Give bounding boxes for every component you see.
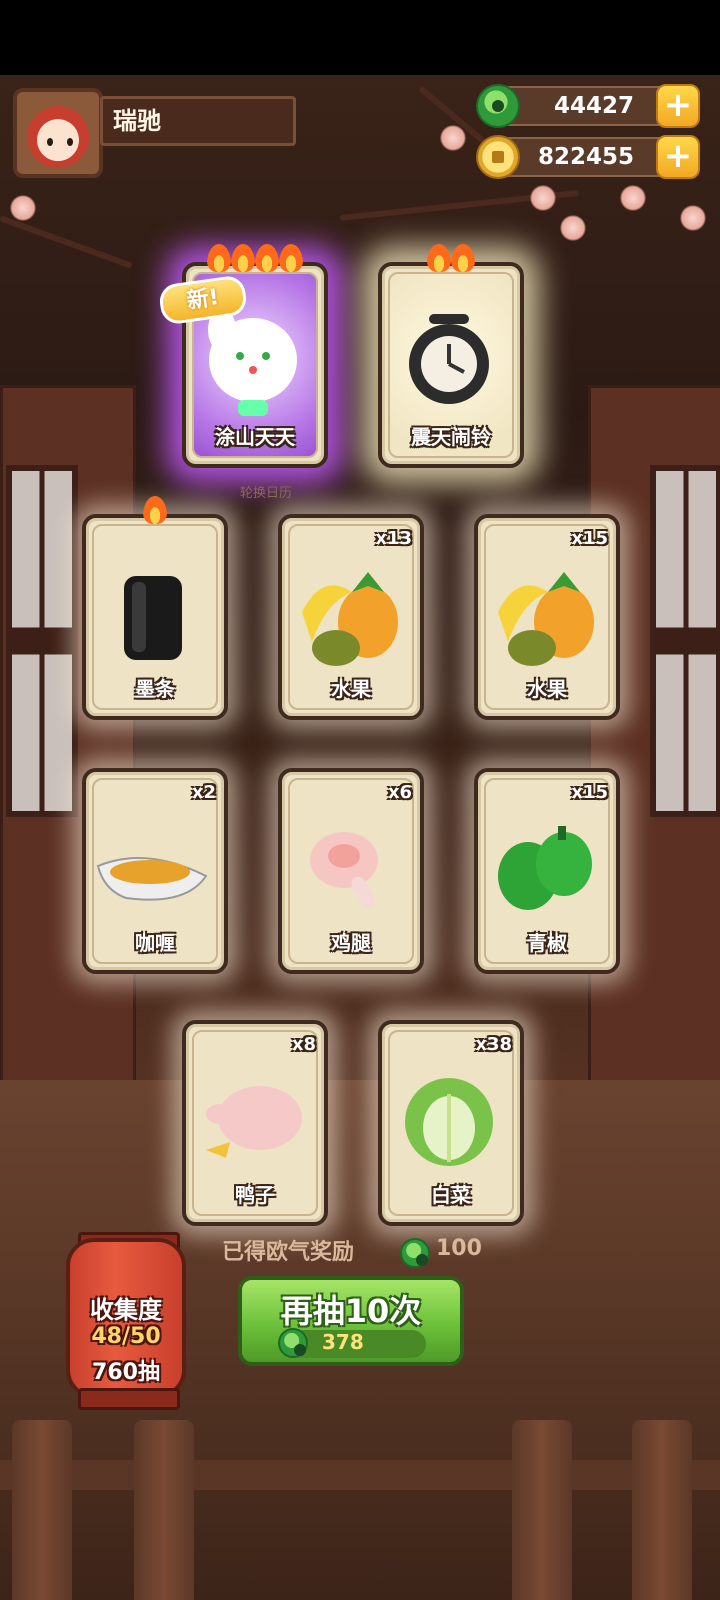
blossom bbox=[440, 125, 466, 151]
blossom bbox=[560, 215, 586, 241]
reward-value: 100 bbox=[436, 1236, 482, 1261]
flame-icon bbox=[143, 496, 167, 524]
rarity-flames bbox=[382, 244, 520, 279]
card-quantity: x6 bbox=[387, 782, 412, 803]
reward-label: 已得欧气奖励 bbox=[222, 1240, 355, 1265]
flame-icon bbox=[451, 244, 475, 272]
cabbage-icon bbox=[382, 1058, 520, 1178]
blossom bbox=[10, 195, 36, 221]
left-window bbox=[6, 465, 78, 817]
duck-icon bbox=[186, 1058, 324, 1178]
card-name: 涂山天天 bbox=[215, 425, 295, 449]
card-quantity: x15 bbox=[571, 528, 608, 549]
coin-icon bbox=[476, 135, 520, 179]
reward-card[interactable]: x38 白菜 bbox=[378, 1020, 524, 1226]
ink-stick-icon bbox=[86, 552, 224, 672]
player-name: 瑞驰 bbox=[100, 96, 296, 146]
draw-again-button[interactable]: 再抽10次 378 bbox=[238, 1276, 464, 1366]
player-avatar[interactable] bbox=[13, 88, 103, 178]
card-name: 水果 bbox=[527, 677, 567, 701]
blossom bbox=[680, 205, 706, 231]
rarity-flames bbox=[86, 496, 224, 531]
reward-card[interactable]: x6 鸡腿 bbox=[278, 768, 424, 974]
avatar-eye bbox=[47, 138, 53, 146]
alarm-clock-icon bbox=[382, 300, 520, 420]
fence-post bbox=[512, 1420, 572, 1600]
collection-lantern[interactable]: 收集度 48/50 760抽 bbox=[66, 1238, 186, 1398]
card-name: 咖喱 bbox=[135, 931, 175, 955]
flame-icon bbox=[255, 244, 279, 272]
avatar-eye bbox=[67, 138, 73, 146]
card-name: 墨条 bbox=[135, 677, 175, 701]
reward-card[interactable]: 新! 涂山天天 bbox=[157, 244, 328, 468]
fruit-icon bbox=[478, 552, 616, 672]
reward-card[interactable]: x8 鸭子 bbox=[182, 1020, 328, 1226]
card-name: 白菜 bbox=[431, 1183, 471, 1207]
reward-card[interactable]: 墨条 bbox=[82, 496, 228, 720]
cost-jade-icon bbox=[278, 1328, 308, 1358]
draw-cost: 378 bbox=[322, 1330, 364, 1354]
add-coins-button[interactable]: + bbox=[656, 135, 700, 179]
fence-post bbox=[12, 1420, 72, 1600]
card-quantity: x15 bbox=[571, 782, 608, 803]
fence-post bbox=[134, 1420, 194, 1600]
fence-post bbox=[632, 1420, 692, 1600]
reward-card[interactable]: x13 水果 bbox=[278, 514, 424, 720]
draw-again-label: 再抽10次 bbox=[280, 1292, 422, 1330]
collection-progress: 48/50 bbox=[91, 1324, 161, 1349]
reward-card[interactable]: x2 咖喱 bbox=[82, 768, 228, 974]
card-name: 青椒 bbox=[527, 931, 567, 955]
flame-icon bbox=[427, 244, 451, 272]
jade-icon bbox=[476, 84, 520, 128]
green-pepper-icon bbox=[478, 806, 616, 926]
card-quantity: x2 bbox=[191, 782, 216, 803]
card-name: 鸡腿 bbox=[331, 931, 371, 955]
card-name: 鸭子 bbox=[235, 1183, 275, 1207]
lantern-base bbox=[78, 1388, 180, 1410]
right-window bbox=[650, 465, 720, 817]
flame-icon bbox=[279, 244, 303, 272]
blossom bbox=[620, 185, 646, 211]
rotation-calendar-label: 轮换日历 bbox=[240, 486, 293, 501]
card-quantity: x38 bbox=[475, 1034, 512, 1055]
blossom bbox=[530, 185, 556, 211]
card-name: 震天闹铃 bbox=[411, 425, 491, 449]
add-jade-button[interactable]: + bbox=[656, 84, 700, 128]
collection-draw-count: 760抽 bbox=[92, 1360, 160, 1385]
card-quantity: x13 bbox=[375, 528, 412, 549]
avatar-face-icon bbox=[27, 106, 89, 168]
flame-icon bbox=[231, 244, 255, 272]
chicken-leg-icon bbox=[282, 806, 420, 926]
reward-card[interactable]: x15 青椒 bbox=[474, 768, 620, 974]
curry-icon bbox=[86, 806, 224, 926]
collection-title: 收集度 bbox=[90, 1296, 162, 1324]
fence-rail bbox=[0, 1460, 720, 1490]
card-name: 水果 bbox=[331, 677, 371, 701]
card-quantity: x8 bbox=[291, 1034, 316, 1055]
reward-card[interactable]: x15 水果 bbox=[474, 514, 620, 720]
fruit-icon bbox=[282, 552, 420, 672]
reward-jade-icon bbox=[400, 1238, 430, 1268]
rarity-flames bbox=[186, 244, 324, 279]
flame-icon bbox=[207, 244, 231, 272]
reward-card[interactable]: 震天闹铃 bbox=[378, 244, 524, 468]
branch bbox=[0, 215, 133, 269]
